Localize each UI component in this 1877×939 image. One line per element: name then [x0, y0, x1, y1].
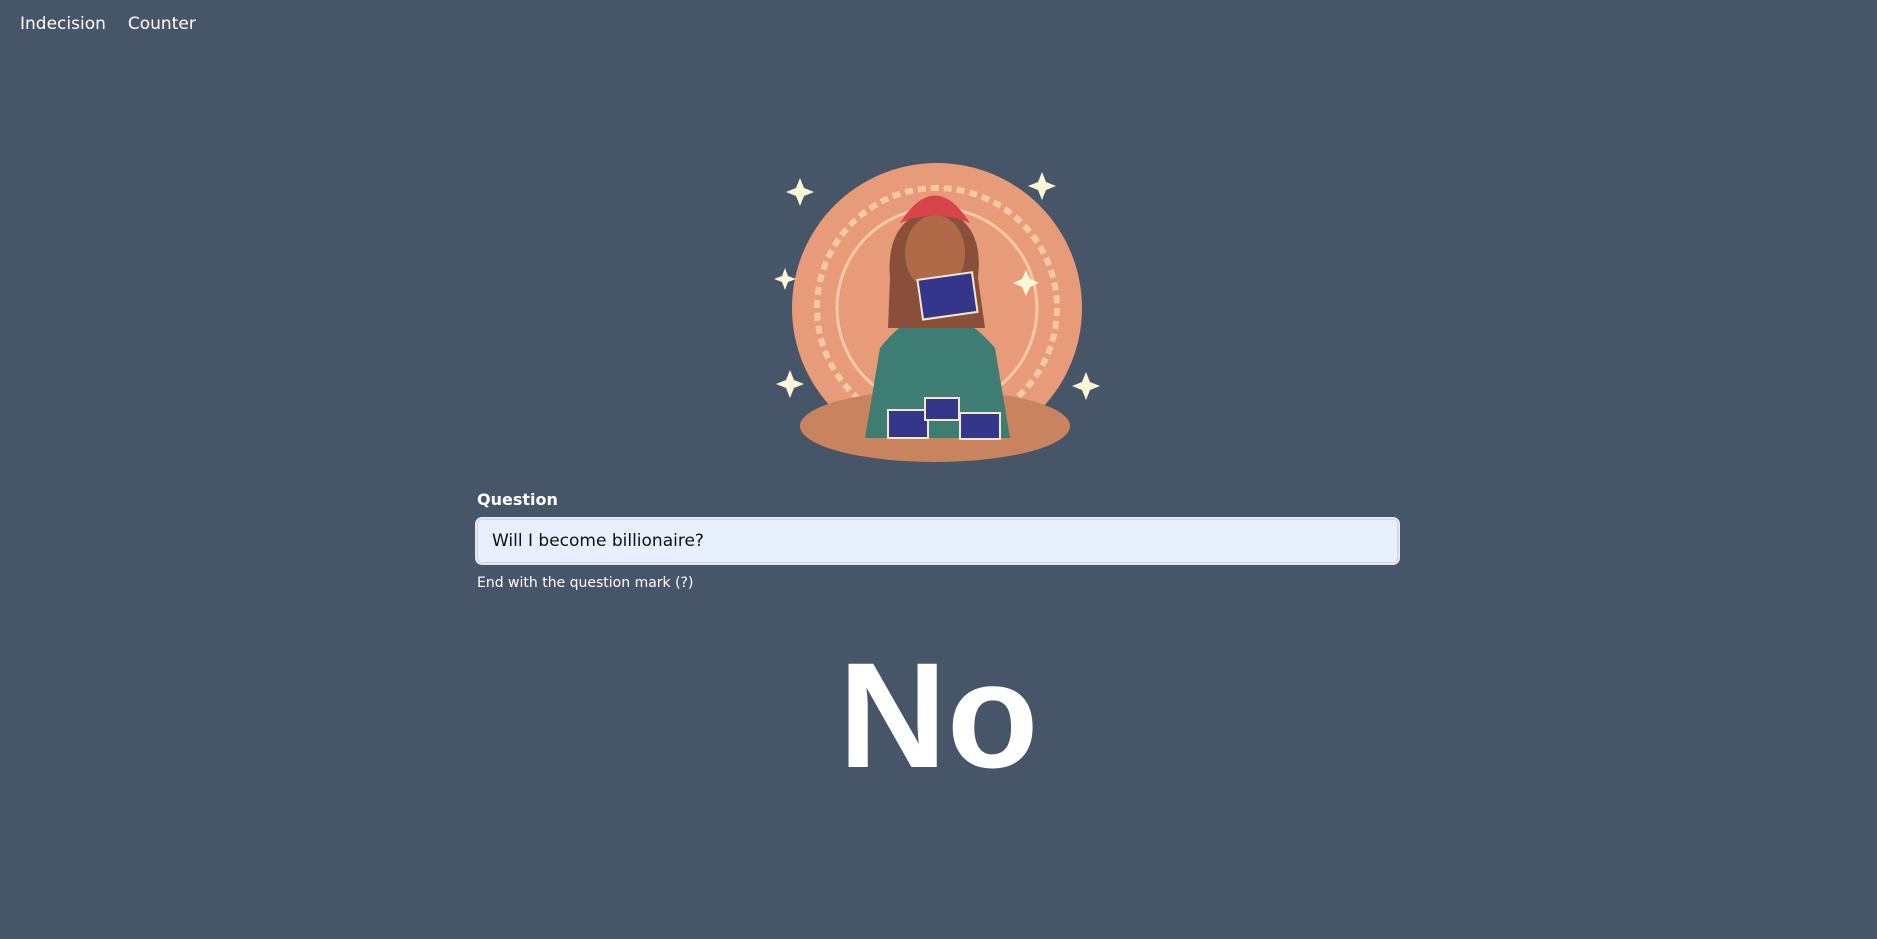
question-form: Question End with the question mark (?) [477, 490, 1398, 591]
fortune-teller-illustration [774, 163, 1100, 462]
question-label: Question [477, 490, 558, 509]
nav-link-indecision[interactable]: Indecision [20, 14, 106, 34]
question-help-text: End with the question mark (?) [477, 575, 694, 591]
answer-text: No [838, 631, 1039, 799]
nav-link-counter[interactable]: Counter [128, 14, 196, 34]
question-input[interactable] [477, 519, 1398, 563]
top-nav: Indecision Counter [20, 14, 196, 34]
